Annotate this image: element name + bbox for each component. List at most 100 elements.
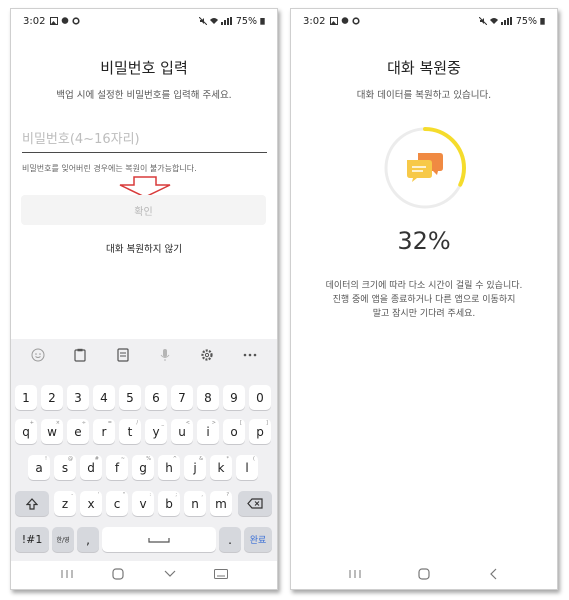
mute-icon [198, 17, 207, 25]
microphone-icon[interactable] [156, 346, 174, 364]
home-icon[interactable] [108, 564, 128, 584]
key-u[interactable]: u < [171, 419, 193, 444]
key-v[interactable]: v: [132, 491, 154, 516]
gear-icon[interactable] [198, 346, 216, 364]
gallery-icon [50, 17, 59, 25]
comma-key[interactable]: , [77, 527, 99, 552]
navigation-bar [11, 559, 277, 589]
clipboard-icon[interactable] [71, 346, 89, 364]
key-o[interactable]: o[ [223, 419, 245, 444]
text-edit-icon[interactable] [114, 346, 132, 364]
key-7[interactable]: 7 [171, 385, 193, 410]
symbols-key[interactable]: !#1 [15, 527, 49, 552]
done-key[interactable]: 완료 [244, 527, 272, 552]
key-9[interactable]: 9 [223, 385, 245, 410]
battery-percent: 75% [235, 15, 257, 27]
mute-icon [478, 17, 487, 25]
key-g[interactable]: g% [132, 455, 154, 480]
key-e[interactable]: e ÷ [67, 419, 89, 444]
status-time: 3:02 [303, 15, 326, 27]
key-0[interactable]: 0 [249, 385, 271, 410]
recent-apps-icon[interactable] [345, 564, 365, 584]
key-n[interactable]: n, [184, 491, 206, 516]
emoji-icon[interactable] [29, 346, 47, 364]
page-title: 비밀번호 입력 [100, 59, 188, 77]
recent-apps-icon[interactable] [57, 564, 77, 584]
battery-icon [260, 18, 265, 25]
chat-icon [342, 17, 349, 24]
password-notice: 비밀번호를 잊어버린 경우에는 복원이 불가능합니다. [22, 164, 197, 173]
status-time: 3:02 [23, 15, 46, 27]
space-key[interactable] [102, 527, 216, 552]
key-y[interactable]: y _ [145, 419, 167, 444]
key-x[interactable]: x ' [80, 491, 102, 516]
key-h[interactable]: h ^ [158, 455, 180, 480]
key-r[interactable]: r = [93, 419, 115, 444]
key-2[interactable]: 2 [41, 385, 63, 410]
key-l[interactable]: l( [236, 455, 258, 480]
key-a[interactable]: a! [28, 455, 50, 480]
key-3[interactable]: 3 [67, 385, 89, 410]
key-4[interactable]: 4 [93, 385, 115, 410]
key-b[interactable]: b; [158, 491, 180, 516]
confirm-button[interactable]: 확인 [21, 195, 266, 225]
key-1[interactable]: 1 [15, 385, 37, 410]
key-t[interactable]: t / [119, 419, 141, 444]
key-k[interactable]: k * [210, 455, 232, 480]
chat-bubbles-icon [407, 153, 443, 182]
key-8[interactable]: 8 [197, 385, 219, 410]
shift-key[interactable] [15, 491, 49, 516]
battery-percent: 75% [515, 15, 537, 27]
signal-icon [220, 17, 232, 25]
home-icon[interactable] [414, 564, 434, 584]
key-d[interactable]: d # [80, 455, 102, 480]
skip-restore-link[interactable]: 대화 복원하지 않기 [11, 241, 277, 255]
keyboard-row-1: q + w × e ÷ r = t / y _ u < i > o[p] [11, 419, 277, 444]
battery-icon [540, 18, 545, 25]
key-q[interactable]: q + [15, 419, 37, 444]
wifi-icon [209, 18, 218, 24]
key-z[interactable]: z- [54, 491, 76, 516]
key-j[interactable]: j & [184, 455, 206, 480]
key-s[interactable]: s @ [54, 455, 76, 480]
language-key[interactable]: 한/영 [52, 527, 74, 552]
status-bar: 3:02 75% [291, 9, 557, 33]
backspace-key[interactable] [238, 491, 272, 516]
back-icon[interactable] [483, 564, 503, 584]
key-6[interactable]: 6 [145, 385, 167, 410]
description-line: 말고 잠시만 기다려 주세요. [372, 309, 476, 319]
keyboard-row-2: a! s @ d # f ~ g% h ^ j & k * l( [11, 455, 277, 480]
navigation-bar [291, 559, 557, 589]
key-i[interactable]: i > [197, 419, 219, 444]
keyboard-row-3: z - x ' c " v: b; n, m? [11, 491, 277, 516]
key-5[interactable]: 5 [119, 385, 141, 410]
signal-icon [500, 17, 512, 25]
wifi-icon [489, 18, 498, 24]
key-m[interactable]: m? [210, 491, 232, 516]
settings-icon [72, 17, 81, 25]
description-line: 진행 중에 앱을 종료하거나 다른 앱으로 이동하지 [332, 295, 516, 305]
status-bar: 3:02 75% [11, 9, 277, 33]
restore-description: 데이터의 크기에 따라 다소 시간이 걸릴 수 있습니다. 진행 중에 앱을 종… [291, 279, 557, 321]
progress-percent: 32% [397, 227, 451, 255]
password-screen: 3:02 75% 비밀번호 입력 백업 시에 설정한 비밀번호를 입력해 주세요… [10, 8, 278, 590]
more-icon[interactable] [241, 346, 259, 364]
page-title: 대화 복원중 [387, 59, 461, 77]
period-key[interactable]: . [219, 527, 241, 552]
key-c[interactable]: c " [106, 491, 128, 516]
chat-icon [62, 17, 69, 24]
restoring-screen: 3:02 75% 대화 복원중 대화 데이터를 복원하고 있습니다. 32% 데… [290, 8, 558, 590]
key-w[interactable]: w × [41, 419, 63, 444]
progress-ring [383, 126, 467, 210]
settings-icon [352, 17, 361, 25]
keyboard-number-row: 1234567890 [11, 385, 277, 410]
hide-keyboard-icon[interactable] [160, 564, 180, 584]
password-input[interactable] [22, 127, 267, 153]
key-f[interactable]: f ~ [106, 455, 128, 480]
keyboard-toolbar [11, 339, 277, 371]
keyboard-switch-icon[interactable] [211, 564, 231, 584]
keyboard: 1234567890 q + w × e ÷ r = t / y _ u < i > o[p] a! s @ d # f ~… [11, 339, 277, 561]
key-p[interactable]: p] [249, 419, 271, 444]
description-line: 데이터의 크기에 따라 다소 시간이 걸릴 수 있습니다. [325, 281, 523, 291]
page-subtitle: 백업 시에 설정한 비밀번호를 입력해 주세요. [56, 90, 232, 101]
